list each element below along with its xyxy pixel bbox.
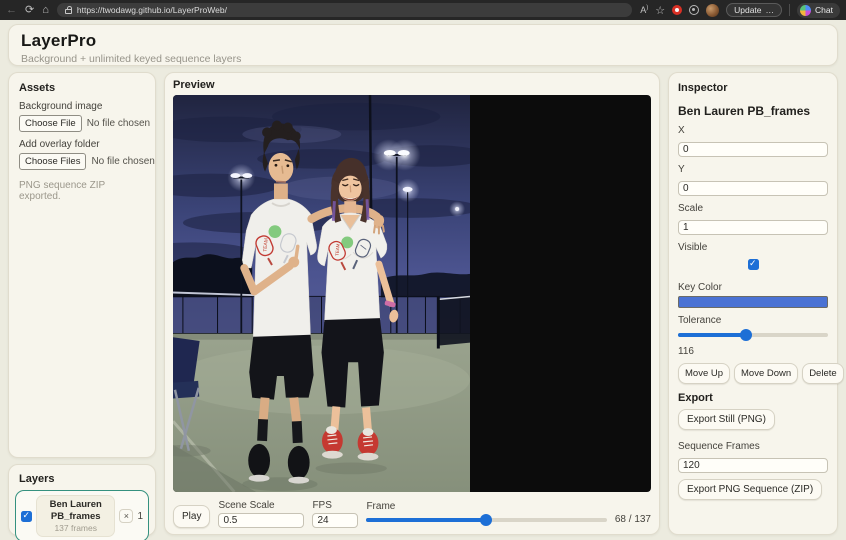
fps-input[interactable] bbox=[312, 513, 358, 528]
move-up-button[interactable]: Move Up bbox=[678, 363, 730, 384]
frame-counter: 68 / 137 bbox=[615, 514, 651, 528]
play-button[interactable]: Play bbox=[173, 505, 210, 528]
scene-scale-input[interactable] bbox=[218, 513, 304, 528]
toolbar-divider bbox=[789, 4, 790, 16]
layer-remove-button[interactable]: × bbox=[119, 509, 133, 523]
assets-title: Assets bbox=[19, 82, 145, 94]
browser-toolbar: ← ⟳ ⌂ https://twodawg.github.io/LayerPro… bbox=[0, 0, 846, 20]
key-color-label: Key Color bbox=[678, 282, 828, 293]
frame-slider[interactable] bbox=[366, 514, 606, 526]
export-status-text: PNG sequence ZIP exported. bbox=[19, 180, 145, 202]
extension-red-icon[interactable] bbox=[672, 5, 682, 15]
frame-slider-fill bbox=[366, 518, 485, 522]
x-input[interactable] bbox=[678, 142, 828, 157]
layer-item[interactable]: Ben Lauren PB_frames 137 frames × 1 bbox=[15, 490, 149, 540]
y-input[interactable] bbox=[678, 181, 828, 196]
preview-title: Preview bbox=[173, 79, 651, 91]
visible-label: Visible bbox=[678, 242, 828, 253]
page-subtitle: Background + unlimited keyed sequence la… bbox=[21, 53, 825, 65]
frame-slider-thumb[interactable] bbox=[480, 514, 492, 526]
tolerance-label: Tolerance bbox=[678, 315, 828, 326]
chat-label: Chat bbox=[815, 5, 833, 15]
preview-panel: Preview bbox=[164, 72, 660, 535]
inspector-title: Inspector bbox=[678, 82, 828, 94]
preview-canvas[interactable]: TEAM bbox=[173, 95, 651, 492]
scale-input[interactable] bbox=[678, 220, 828, 235]
choose-file-button[interactable]: Choose File bbox=[19, 115, 82, 132]
choose-file-status: No file chosen bbox=[87, 118, 150, 129]
layer-visible-checkbox[interactable] bbox=[21, 511, 32, 522]
frame-divider: / bbox=[629, 514, 632, 525]
layer-name-line1: Ben Lauren bbox=[39, 499, 112, 510]
layer-thumbnail[interactable]: Ben Lauren PB_frames 137 frames bbox=[36, 495, 115, 537]
scene-scale-label: Scene Scale bbox=[218, 500, 304, 511]
tolerance-slider-fill bbox=[678, 333, 746, 337]
back-icon[interactable]: ← bbox=[6, 5, 17, 16]
layers-title: Layers bbox=[19, 473, 149, 485]
profile-avatar[interactable] bbox=[706, 4, 719, 17]
extensions-icon[interactable] bbox=[689, 5, 699, 15]
preview-photo: TEAM bbox=[173, 95, 470, 492]
home-icon[interactable]: ⌂ bbox=[42, 5, 49, 16]
app-header: LayerPro Background + unlimited keyed se… bbox=[8, 24, 838, 66]
more-menu-icon[interactable]: … bbox=[766, 5, 775, 15]
sequence-frames-input[interactable] bbox=[678, 458, 828, 473]
tolerance-slider[interactable] bbox=[678, 329, 828, 341]
update-button[interactable]: Update … bbox=[726, 3, 782, 17]
visible-checkbox[interactable] bbox=[748, 259, 759, 270]
overlay-folder-label: Add overlay folder bbox=[19, 139, 145, 150]
address-bar[interactable]: https://twodawg.github.io/LayerProWeb/ bbox=[57, 3, 632, 17]
assets-panel: Assets Background image Choose File No f… bbox=[8, 72, 156, 458]
url-text: https://twodawg.github.io/LayerProWeb/ bbox=[77, 5, 227, 15]
x-label: X bbox=[678, 125, 828, 136]
tolerance-slider-thumb[interactable] bbox=[740, 329, 752, 341]
frame-total: 137 bbox=[634, 514, 651, 525]
fps-label: FPS bbox=[312, 500, 358, 511]
chat-button[interactable]: Chat bbox=[797, 3, 840, 18]
delete-button[interactable]: Delete bbox=[802, 363, 843, 384]
update-label: Update bbox=[734, 5, 761, 15]
read-aloud-icon[interactable]: A) bbox=[640, 5, 648, 15]
tolerance-value: 116 bbox=[678, 346, 828, 357]
favorites-star-icon[interactable]: ☆ bbox=[655, 4, 665, 17]
frame-current: 68 bbox=[615, 514, 626, 525]
refresh-icon[interactable]: ⟳ bbox=[25, 5, 34, 16]
copilot-icon bbox=[800, 5, 811, 16]
scale-label: Scale bbox=[678, 203, 828, 214]
choose-files-status: No file chosen bbox=[91, 156, 154, 167]
layers-panel: Layers Ben Lauren PB_frames 137 frames ×… bbox=[8, 464, 156, 536]
lock-icon[interactable] bbox=[65, 9, 72, 14]
inspector-panel: Inspector Ben Lauren PB_frames X Y Scale… bbox=[668, 72, 838, 535]
export-zip-button[interactable]: Export PNG Sequence (ZIP) bbox=[678, 479, 822, 500]
frame-label: Frame bbox=[366, 501, 606, 512]
page-title: LayerPro bbox=[21, 31, 825, 51]
layer-frames-count: 137 frames bbox=[39, 523, 112, 533]
y-label: Y bbox=[678, 164, 828, 175]
export-still-button[interactable]: Export Still (PNG) bbox=[678, 409, 775, 430]
toolbar-right: A) ☆ Update … Chat bbox=[640, 3, 840, 18]
key-color-swatch[interactable] bbox=[678, 296, 828, 308]
choose-files-button[interactable]: Choose Files bbox=[19, 153, 86, 170]
export-section-title: Export bbox=[678, 392, 828, 404]
layer-order-number: 1 bbox=[137, 511, 143, 522]
sequence-frames-label: Sequence Frames bbox=[678, 441, 828, 452]
playback-controls: Play Scene Scale FPS Frame 68 / 137 bbox=[173, 498, 651, 528]
background-image-label: Background image bbox=[19, 101, 145, 112]
layer-name-line2: PB_frames bbox=[39, 511, 112, 522]
move-down-button[interactable]: Move Down bbox=[734, 363, 798, 384]
inspector-layer-name: Ben Lauren PB_frames bbox=[678, 104, 828, 118]
